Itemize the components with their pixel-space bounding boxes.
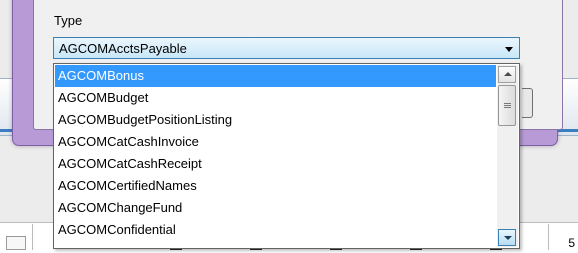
grip-line (504, 105, 511, 106)
type-dropdown-value: AGCOMAcctsPayable (59, 41, 187, 56)
dropdown-option[interactable]: AGCOMChangeFund (55, 197, 496, 219)
arrow-down-icon (504, 236, 512, 240)
dropdown-option[interactable]: AGCOMConfidential (55, 219, 496, 241)
background-divider (32, 224, 33, 250)
arrow-up-icon (504, 72, 512, 76)
dropdown-option[interactable]: AGCOMCertifiedNames (55, 175, 496, 197)
grip-line (504, 103, 511, 104)
type-dropdown-list[interactable]: AGCOMBonus AGCOMBudget AGCOMBudgetPositi… (53, 63, 520, 249)
scroll-down-button[interactable] (498, 229, 516, 246)
dropdown-option[interactable]: AGCOMBudget (55, 87, 496, 109)
background-page-number: 5 (568, 236, 575, 250)
type-dropdown[interactable]: AGCOMAcctsPayable (53, 37, 520, 59)
dropdown-option[interactable]: AGCOMBonus (55, 65, 496, 87)
dropdown-option[interactable]: AGCOMBudgetPositionListing (55, 109, 496, 131)
scroll-up-button[interactable] (498, 66, 516, 83)
background-mini-icon (6, 236, 26, 250)
dropdown-option[interactable]: AGCOMCatCashInvoice (55, 131, 496, 153)
background-divider (548, 224, 549, 250)
type-label: Type (54, 13, 83, 28)
chevron-down-icon[interactable] (505, 47, 513, 52)
grip-line (504, 107, 511, 108)
dropdown-scrollbar[interactable] (497, 65, 518, 247)
partially-hidden-button[interactable] (522, 88, 533, 118)
scrollbar-thumb[interactable] (498, 85, 516, 126)
dropdown-option[interactable]: AGCOMCatCashReceipt (55, 153, 496, 175)
